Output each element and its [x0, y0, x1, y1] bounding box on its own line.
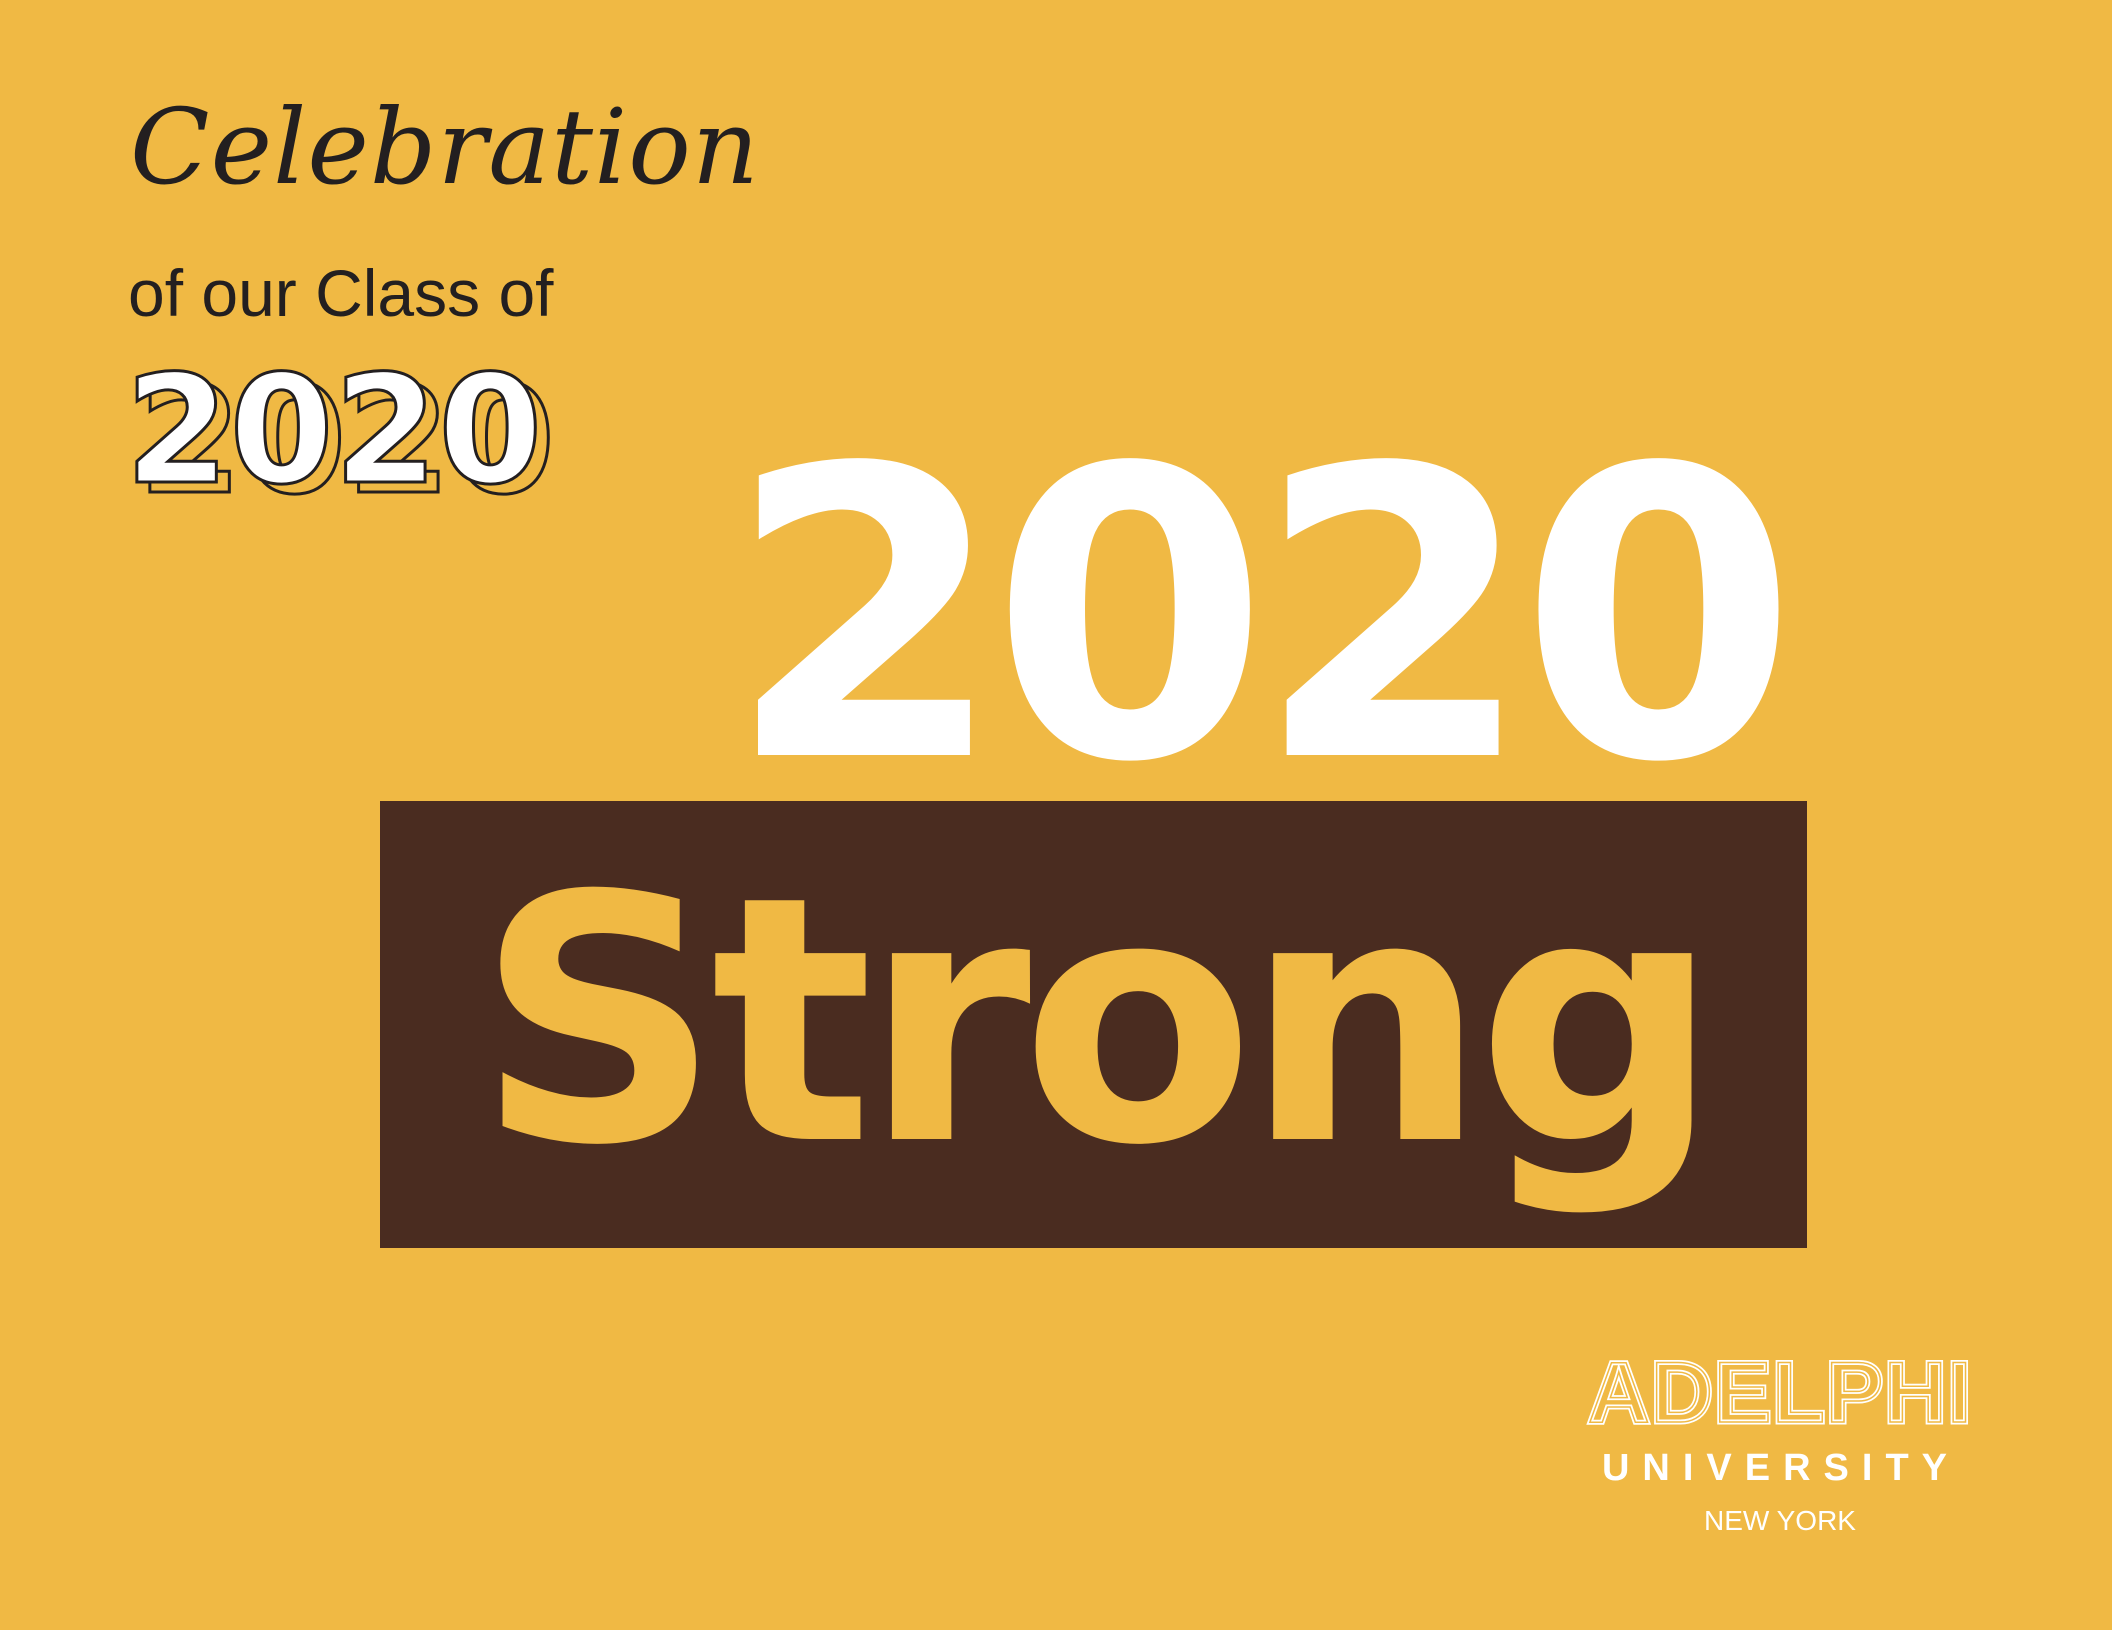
adelphi-university-logo: ADELPHI ADELPHI UNIVERSITY NEW YORK — [1560, 1340, 2000, 1550]
headline-year: 2020 — [685, 430, 1825, 780]
new-york-text: NEW YORK — [1704, 1505, 1856, 1536]
strong-word: Strong — [476, 824, 1710, 1220]
page-canvas: Celebration of our Class of 2020 2020 20… — [0, 0, 2112, 1630]
class-of-subline: of our Class of — [128, 256, 554, 330]
university-text: UNIVERSITY — [1602, 1447, 1960, 1489]
small-year-outlined: 2020 2020 — [120, 347, 600, 517]
strong-banner: Strong — [380, 801, 1807, 1248]
headline-year-text: 2020 — [726, 430, 1783, 780]
celebration-lockup: Celebration of our Class of 2020 2020 — [120, 95, 759, 517]
adelphi-wordmark-inline: ADELPHI — [1588, 1345, 1972, 1441]
celebration-script-text: Celebration — [130, 86, 760, 208]
small-year-text: 2020 — [125, 347, 542, 517]
